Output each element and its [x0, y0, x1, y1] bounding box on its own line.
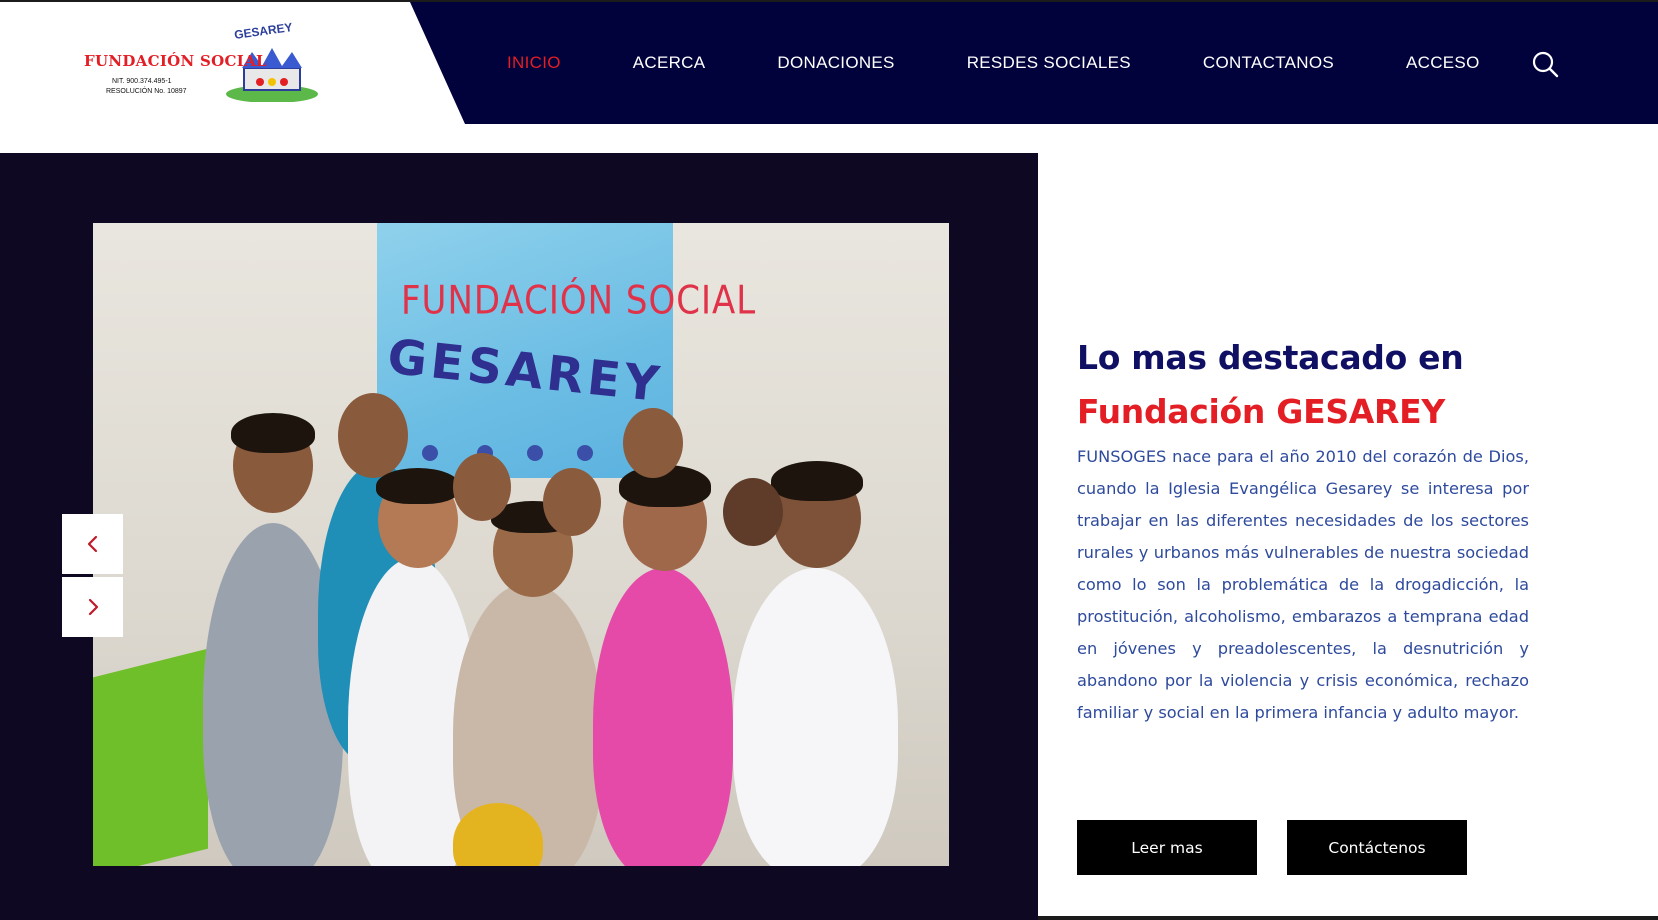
chevron-right-icon [88, 598, 98, 616]
site-logo[interactable]: GESAREY FUNDACIÓN SOCIAL NIT. 900.374.49… [84, 20, 319, 102]
nav-item-inicio[interactable]: INICIO [507, 53, 561, 73]
photo-table [93, 648, 208, 866]
logo-name-text: FUNDACIÓN SOCIAL [84, 52, 267, 70]
slider-prev-button[interactable] [62, 514, 123, 574]
nav-item-redes-sociales[interactable]: RESDES SOCIALES [967, 53, 1131, 73]
nav-item-acceso[interactable]: ACCESO [1406, 53, 1480, 73]
search-icon [1532, 51, 1559, 78]
nav-item-acerca[interactable]: ACERCA [633, 53, 706, 73]
hero-photo: FUNDACIÓN SOCIAL GESAREY [93, 223, 949, 866]
logo-crown-emblem [226, 48, 318, 102]
logo-resolution-text: RESOLUCIÓN No. 10897 [106, 88, 187, 95]
photo-child [593, 568, 733, 866]
nav-item-contactanos[interactable]: CONTACTANOS [1203, 53, 1334, 73]
feature-headline-line1: Lo mas destacado en [1077, 338, 1464, 377]
search-button[interactable] [1531, 50, 1559, 78]
feature-headline-line2: Fundación GESAREY [1077, 392, 1445, 431]
logo-nit-text: NIT. 900.374.495-1 [112, 78, 172, 85]
feature-description: FUNSOGES nace para el año 2010 del coraz… [1077, 447, 1529, 722]
main-nav: INICIO ACERCA DONACIONES RESDES SOCIALES… [470, 2, 1552, 124]
photo-banner-line1: FUNDACIÓN SOCIAL [401, 278, 757, 324]
chevron-left-icon [87, 535, 97, 553]
nav-item-donaciones[interactable]: DONACIONES [777, 53, 894, 73]
photo-banner-line2: GESAREY [384, 328, 666, 414]
bottom-border [1038, 916, 1658, 920]
read-more-button[interactable]: Leer mas [1077, 820, 1257, 875]
slider-next-button[interactable] [62, 577, 123, 637]
contact-button[interactable]: Contáctenos [1287, 820, 1467, 875]
photo-child [733, 568, 898, 866]
